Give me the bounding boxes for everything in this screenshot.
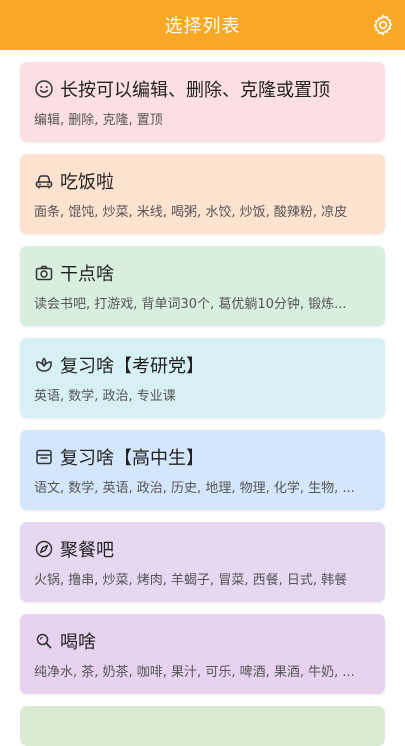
top-bar: 选择列表 [0, 0, 405, 50]
list-item-subtitle: 火锅, 撸串, 炒菜, 烤肉, 羊蝎子, 冒菜, 西餐, 日式, 韩餐 [34, 573, 348, 588]
search-icon [36, 633, 52, 649]
list-item-header: 复习啥【考研党】 [34, 352, 204, 378]
list-item-title: 喝啥 [60, 632, 96, 653]
list-item-subtitle: 面条, 馄饨, 炒菜, 米线, 喝粥, 水饺, 炒饭, 酸辣粉, 凉皮 [34, 205, 348, 220]
car-icon [35, 175, 53, 189]
list-item-2[interactable]: 干点啥 读会书吧, 打游戏, 背单词30个, 葛优躺10分钟, 锻炼... [20, 246, 385, 326]
list-item-header: 吃饭啦 [34, 168, 114, 194]
list-item-header: 长按可以编辑、删除、克隆或置顶 [34, 76, 330, 102]
list-item-subtitle: 英语, 数学, 政治, 专业课 [34, 389, 176, 404]
list-item-6[interactable]: 喝啥 纯净水, 茶, 奶茶, 咖啡, 果汁, 可乐, 啤酒, 果酒, 牛奶, .… [20, 614, 385, 694]
list-item-title: 复习啥【考研党】 [60, 356, 204, 377]
list-item-subtitle: 纯净水, 茶, 奶茶, 咖啡, 果汁, 可乐, 啤酒, 果酒, 牛奶, ... [34, 665, 355, 680]
smile-icon [35, 80, 53, 98]
flower-icon [36, 357, 52, 372]
list-item-1[interactable]: 吃饭啦 面条, 馄饨, 炒菜, 米线, 喝粥, 水饺, 炒饭, 酸辣粉, 凉皮 [20, 154, 385, 234]
list-item-partial[interactable] [20, 706, 385, 746]
shop-icon [36, 449, 52, 465]
gear-icon[interactable] [371, 13, 395, 37]
compass-icon [35, 540, 53, 558]
list-item-3[interactable]: 复习啥【考研党】 英语, 数学, 政治, 专业课 [20, 338, 385, 418]
list-item-0[interactable]: 长按可以编辑、删除、克隆或置顶 编辑, 删除, 克隆, 置顶 [20, 62, 385, 142]
list-item-header: 干点啥 [34, 260, 114, 286]
list-item-header: 聚餐吧 [34, 536, 114, 562]
list-item-subtitle: 读会书吧, 打游戏, 背单词30个, 葛优躺10分钟, 锻炼... [34, 297, 347, 312]
camera-icon [35, 265, 53, 281]
list-item-subtitle: 编辑, 删除, 克隆, 置顶 [34, 113, 163, 128]
list-item-title: 长按可以编辑、删除、克隆或置顶 [60, 80, 330, 101]
list-item-subtitle: 语文, 数学, 英语, 政治, 历史, 地理, 物理, 化学, 生物, ... [34, 481, 355, 496]
list-item-header: 复习啥【高中生】 [34, 444, 204, 470]
list-item-header: 喝啥 [34, 628, 96, 654]
list-item-title: 聚餐吧 [60, 540, 114, 561]
page-title: 选择列表 [164, 16, 241, 37]
list-item-4[interactable]: 复习啥【高中生】 语文, 数学, 英语, 政治, 历史, 地理, 物理, 化学,… [20, 430, 385, 510]
list-item-5[interactable]: 聚餐吧 火锅, 撸串, 炒菜, 烤肉, 羊蝎子, 冒菜, 西餐, 日式, 韩餐 [20, 522, 385, 602]
list-item-title: 干点啥 [60, 264, 114, 285]
list-item-title: 吃饭啦 [60, 172, 114, 193]
list-item-title: 复习啥【高中生】 [60, 448, 204, 469]
